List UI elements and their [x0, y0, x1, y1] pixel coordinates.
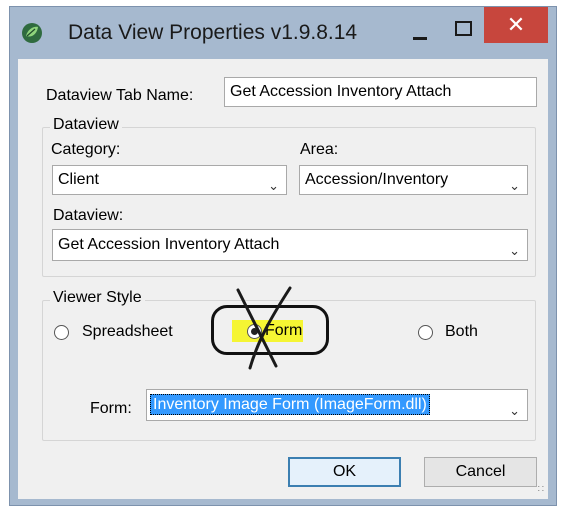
resize-grip-icon[interactable]: ∷: [538, 484, 544, 495]
category-label: Category:: [51, 141, 121, 158]
dialog-window: Data View Properties v1.9.8.14 ✕ Datavie…: [9, 6, 557, 506]
tab-name-input[interactable]: Get Accession Inventory Attach: [224, 77, 537, 107]
close-button[interactable]: ✕: [484, 7, 548, 43]
ok-button[interactable]: OK: [288, 457, 401, 487]
dataview-label: Dataview:: [53, 207, 124, 224]
area-select[interactable]: Accession/Inventory ⌄: [299, 165, 528, 195]
area-value: Accession/Inventory: [305, 171, 449, 188]
title-bar[interactable]: Data View Properties v1.9.8.14 ✕: [10, 7, 556, 59]
both-label[interactable]: Both: [445, 323, 478, 341]
form-select[interactable]: Inventory Image Form (ImageForm.dll) ⌄: [146, 389, 528, 421]
app-leaf-icon: [22, 23, 42, 43]
area-label: Area:: [300, 141, 339, 158]
cross-out-mark: [236, 286, 292, 370]
spreadsheet-label[interactable]: Spreadsheet: [82, 323, 173, 341]
form-label: Form:: [90, 400, 132, 417]
category-select[interactable]: Client ⌄: [52, 165, 287, 195]
cancel-button[interactable]: Cancel: [424, 457, 537, 487]
maximize-icon[interactable]: [442, 15, 482, 47]
dataview-group-legend: Dataview: [50, 116, 122, 134]
chevron-down-icon: ⌄: [509, 178, 520, 193]
chevron-down-icon: ⌄: [509, 403, 520, 418]
viewer-style-legend: Viewer Style: [50, 289, 145, 307]
dataview-select[interactable]: Get Accession Inventory Attach ⌄: [52, 229, 528, 261]
category-value: Client: [58, 171, 99, 188]
both-radio[interactable]: [418, 325, 433, 340]
chevron-down-icon: ⌄: [268, 178, 279, 193]
dialog-content: Dataview Tab Name: Get Accession Invento…: [18, 59, 548, 499]
chevron-down-icon: ⌄: [509, 243, 520, 258]
minimize-icon[interactable]: [400, 15, 440, 47]
window-title: Data View Properties v1.9.8.14: [68, 21, 358, 44]
tab-name-label: Dataview Tab Name:: [46, 87, 194, 104]
form-value: Inventory Image Form (ImageForm.dll): [150, 394, 430, 415]
spreadsheet-radio[interactable]: [54, 325, 69, 340]
dataview-value: Get Accession Inventory Attach: [58, 236, 280, 253]
